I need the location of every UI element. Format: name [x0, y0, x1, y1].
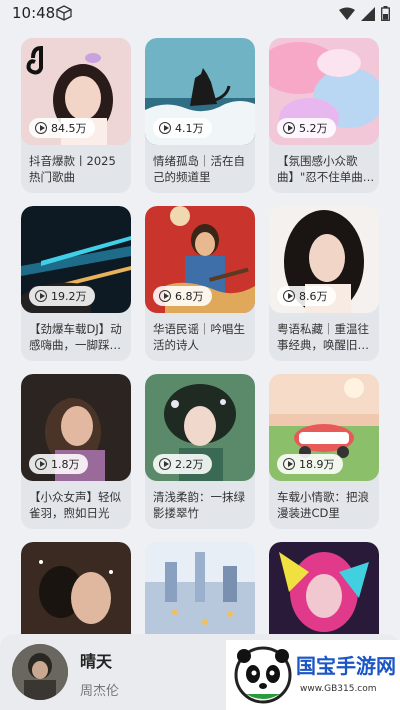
watermark-url: www.GB315.com: [300, 684, 377, 694]
playlist-card[interactable]: 6.8万 华语民谣｜吟唱生活的诗人: [145, 206, 255, 361]
play-count-badge: 1.8万: [29, 454, 88, 474]
playlist-card[interactable]: 18.9万 车载小情歌：把浪漫装进CD里: [269, 374, 379, 529]
play-count-badge: 2.2万: [153, 454, 212, 474]
playlist-card[interactable]: 84.5万 抖音爆款丨2025热门歌曲: [21, 38, 131, 193]
playlist-card[interactable]: 19.2万 【劲爆车载DJ】动感嗨曲，一脚踩…: [21, 206, 131, 361]
panda-logo-icon: [234, 646, 292, 704]
play-icon: [35, 290, 47, 302]
play-count-badge: 18.9万: [277, 454, 343, 474]
playlist-cover: [21, 542, 131, 649]
artist-name: 周杰伦: [80, 684, 120, 699]
play-icon: [283, 458, 295, 470]
song-title: 晴天: [80, 652, 113, 671]
playlist-title: 清浅柔韵：一抹绿影搂翠竹: [153, 490, 245, 520]
playlist-title: 华语民谣｜吟唱生活的诗人: [153, 322, 245, 352]
album-art: [12, 644, 68, 700]
play-icon: [283, 122, 295, 134]
play-count-badge: 4.1万: [153, 118, 212, 138]
playlist-cover: [269, 542, 379, 649]
signal-icon: [361, 6, 375, 21]
play-icon: [283, 290, 295, 302]
playlist-title: 【小众女声】轻似雀羽，煦如日光: [29, 490, 121, 520]
playlist-card[interactable]: 1.8万 【小众女声】轻似雀羽，煦如日光: [21, 374, 131, 529]
status-bar: 10:48: [0, 0, 400, 28]
playlist-title: 车载小情歌：把浪漫装进CD里: [277, 490, 369, 520]
playlist-card[interactable]: 2.2万 清浅柔韵：一抹绿影搂翠竹: [145, 374, 255, 529]
play-icon: [35, 458, 47, 470]
play-count-badge: 19.2万: [29, 286, 95, 306]
playlist-card[interactable]: 4.1万 情绪孤岛｜活在自己的频道里: [145, 38, 255, 193]
play-count-badge: 8.6万: [277, 286, 336, 306]
playlist-title: 【劲爆车载DJ】动感嗨曲，一脚踩…: [29, 322, 122, 352]
play-count-badge: 5.2万: [277, 118, 336, 138]
battery-icon: [381, 6, 390, 21]
watermark-name: 国宝手游网: [296, 654, 396, 678]
play-count-badge: 84.5万: [29, 118, 95, 138]
playlist-card[interactable]: 8.6万 粤语私藏｜重温往事经典，唤醒旧…: [269, 206, 379, 361]
play-count-badge: 6.8万: [153, 286, 212, 306]
playlist-title: 抖音爆款丨2025热门歌曲: [29, 154, 116, 184]
playlist-title: 情绪孤岛｜活在自己的频道里: [153, 154, 245, 184]
play-icon: [35, 122, 47, 134]
playlist-cover: [145, 542, 255, 649]
play-icon: [159, 122, 171, 134]
play-icon: [159, 290, 171, 302]
cube-icon: [56, 5, 72, 21]
wifi-icon: [339, 7, 355, 20]
playlist-title: 【氛围感小众歌曲】"忍不住单曲…: [277, 154, 375, 184]
status-time: 10:48: [12, 4, 56, 22]
playlist-title: 粤语私藏｜重温往事经典，唤醒旧…: [277, 322, 369, 352]
play-icon: [159, 458, 171, 470]
watermark: 国宝手游网 www.GB315.com: [226, 640, 400, 710]
playlist-card[interactable]: 5.2万 【氛围感小众歌曲】"忍不住单曲…: [269, 38, 379, 193]
